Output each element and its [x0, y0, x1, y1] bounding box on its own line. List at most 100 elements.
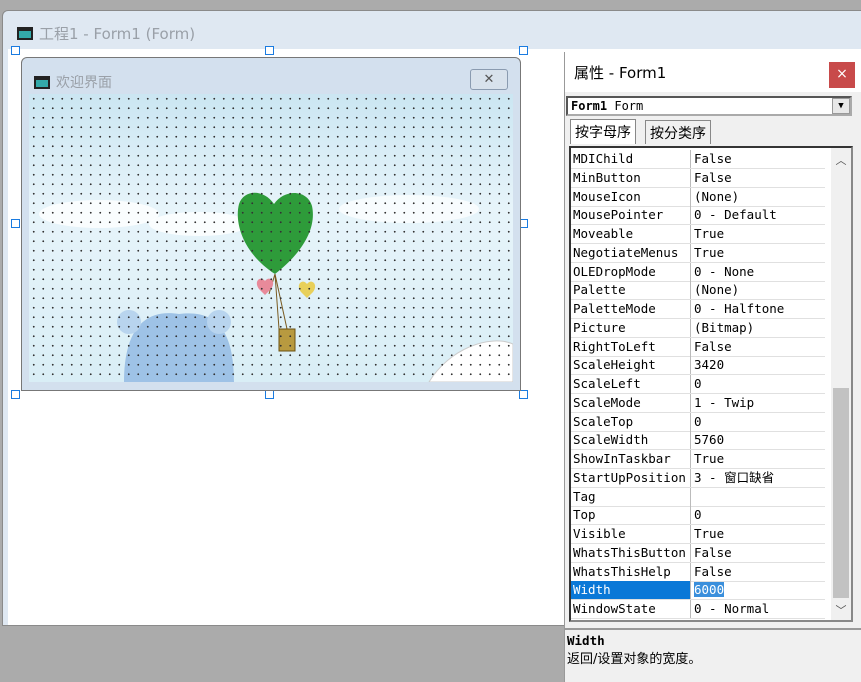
- property-name: ShowInTaskbar: [571, 450, 691, 468]
- property-value[interactable]: 1 - Twip: [691, 394, 825, 412]
- scrollbar-thumb[interactable]: [833, 388, 849, 598]
- resize-handle-nw[interactable]: [11, 46, 20, 55]
- property-name: MDIChild: [571, 150, 691, 168]
- property-name: Top: [571, 506, 691, 525]
- property-row[interactable]: ScaleWidth 5760: [571, 431, 825, 451]
- property-value-text: True: [694, 244, 725, 260]
- property-value[interactable]: 0 - Default: [691, 206, 825, 224]
- property-value-text: True: [694, 226, 725, 241]
- property-value[interactable]: False: [691, 169, 825, 187]
- property-value[interactable]: (Bitmap): [691, 319, 825, 337]
- property-value[interactable]: False: [691, 563, 825, 581]
- property-row[interactable]: ScaleLeft 0: [571, 375, 825, 394]
- property-name: MinButton: [571, 168, 691, 187]
- resize-handle-s[interactable]: [265, 390, 274, 399]
- property-name: RightToLeft: [571, 337, 691, 356]
- resize-handle-n[interactable]: [265, 46, 274, 55]
- resize-handle-sw[interactable]: [11, 390, 20, 399]
- form-title: 欢迎界面: [56, 75, 112, 91]
- resize-handle-w[interactable]: [11, 219, 20, 228]
- property-row[interactable]: WhatsThisButton False: [571, 543, 825, 563]
- property-row[interactable]: NegotiateMenus True: [571, 243, 825, 263]
- properties-title: 属性 - Form1: [574, 64, 667, 82]
- property-row[interactable]: ScaleTop 0: [571, 412, 825, 432]
- property-value-text: True: [694, 526, 725, 541]
- property-name: WhatsThisHelp: [571, 562, 691, 581]
- property-value[interactable]: 3420: [691, 356, 825, 374]
- property-row[interactable]: MDIChild False: [571, 150, 825, 169]
- property-value[interactable]: 0: [691, 506, 825, 524]
- object-name: Form1: [571, 99, 608, 113]
- property-value[interactable]: True: [691, 525, 825, 543]
- property-value-text: False: [694, 338, 732, 354]
- property-value-text: 3 - 窗口缺省: [694, 469, 775, 485]
- property-value-text: (None): [694, 188, 740, 204]
- property-row[interactable]: MouseIcon (None): [571, 187, 825, 207]
- property-value[interactable]: False: [691, 150, 825, 168]
- design-grid: [29, 94, 513, 382]
- scroll-down-icon[interactable]: ﹀: [831, 602, 851, 618]
- property-value[interactable]: 3 - 窗口缺省: [691, 469, 825, 487]
- property-row[interactable]: MinButton False: [571, 168, 825, 188]
- property-value-text: 6000: [694, 582, 725, 598]
- properties-close-button[interactable]: ×: [829, 62, 855, 88]
- property-name: MouseIcon: [571, 187, 691, 206]
- property-row[interactable]: Moveable True: [571, 225, 825, 244]
- property-row[interactable]: WhatsThisHelp False: [571, 562, 825, 582]
- welcome-form[interactable]: 欢迎界面 ✕: [21, 57, 521, 391]
- tab-alphabetic[interactable]: 按字母序: [570, 119, 636, 144]
- resize-handle-ne[interactable]: [519, 46, 528, 55]
- property-value[interactable]: 0 - None: [691, 263, 825, 281]
- property-value[interactable]: (None): [691, 281, 825, 299]
- property-name: PaletteMode: [571, 300, 691, 318]
- property-name: OLEDropMode: [571, 262, 691, 281]
- property-grid: MDIChild False MinButton False MouseIcon (Non…: [569, 146, 853, 622]
- property-row[interactable]: RightToLeft False: [571, 337, 825, 357]
- property-value[interactable]: True: [691, 244, 825, 262]
- tab-categorized[interactable]: 按分类序: [645, 120, 711, 144]
- property-value-text: 0 - Default: [694, 207, 777, 223]
- resize-handle-se[interactable]: [519, 390, 528, 399]
- property-name: ScaleHeight: [571, 356, 691, 375]
- property-value[interactable]: 6000: [691, 581, 825, 599]
- dropdown-arrow-icon[interactable]: ▼: [832, 98, 850, 114]
- property-value-text: False: [694, 544, 732, 560]
- property-name: Palette: [571, 281, 691, 300]
- property-name: ScaleLeft: [571, 375, 691, 393]
- property-row[interactable]: Picture (Bitmap): [571, 318, 825, 338]
- form-close-button[interactable]: ✕: [470, 69, 508, 90]
- property-value[interactable]: 0: [691, 413, 825, 431]
- property-row[interactable]: Visible True: [571, 525, 825, 544]
- property-row[interactable]: Top 0: [571, 506, 825, 526]
- property-row[interactable]: Palette (None): [571, 281, 825, 301]
- property-row[interactable]: Width 6000: [571, 581, 825, 601]
- property-value[interactable]: 5760: [691, 431, 825, 449]
- property-value-text: 0: [694, 507, 702, 523]
- property-row[interactable]: Tag: [571, 487, 825, 507]
- property-value[interactable]: True: [691, 225, 825, 243]
- property-row[interactable]: MousePointer 0 - Default: [571, 206, 825, 226]
- property-value[interactable]: 0: [691, 375, 825, 393]
- property-value-text: 0: [694, 413, 702, 429]
- property-row[interactable]: ScaleHeight 3420: [571, 356, 825, 376]
- object-selector[interactable]: Form1 Form ▼: [566, 96, 852, 116]
- property-name: ScaleWidth: [571, 431, 691, 450]
- property-row[interactable]: PaletteMode 0 - Halftone: [571, 300, 825, 319]
- property-value[interactable]: 0 - Normal: [691, 600, 825, 618]
- property-row[interactable]: ScaleMode 1 - Twip: [571, 393, 825, 413]
- property-value-text: 0 - Halftone: [694, 301, 785, 316]
- property-value[interactable]: False: [691, 544, 825, 562]
- property-value-text: False: [694, 151, 732, 166]
- property-value[interactable]: True: [691, 450, 825, 468]
- property-row[interactable]: OLEDropMode 0 - None: [571, 262, 825, 282]
- property-row[interactable]: ShowInTaskbar True: [571, 450, 825, 469]
- property-scrollbar[interactable]: ︿ ﹀: [831, 148, 851, 620]
- property-value-text: 0: [694, 376, 702, 391]
- property-value[interactable]: 0 - Halftone: [691, 300, 825, 318]
- property-row[interactable]: WindowState 0 - Normal: [571, 600, 825, 619]
- scroll-up-icon[interactable]: ︿: [831, 152, 851, 168]
- property-value[interactable]: False: [691, 338, 825, 356]
- property-value[interactable]: [691, 488, 825, 506]
- property-row[interactable]: StartUpPosition 3 - 窗口缺省: [571, 468, 825, 488]
- property-value[interactable]: (None): [691, 188, 825, 206]
